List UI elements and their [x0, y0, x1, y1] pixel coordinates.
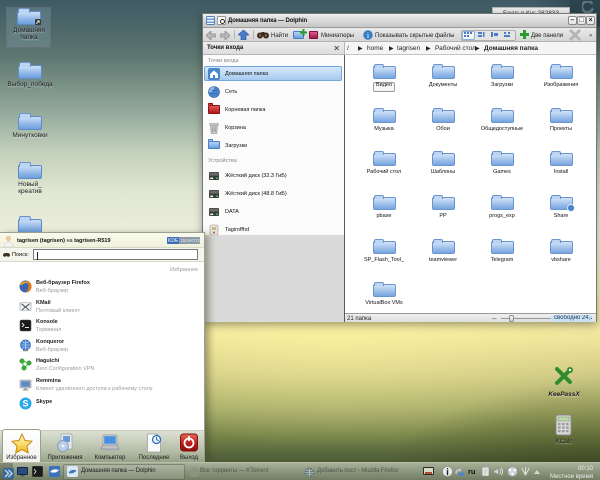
svg-text:S: S — [22, 399, 28, 409]
